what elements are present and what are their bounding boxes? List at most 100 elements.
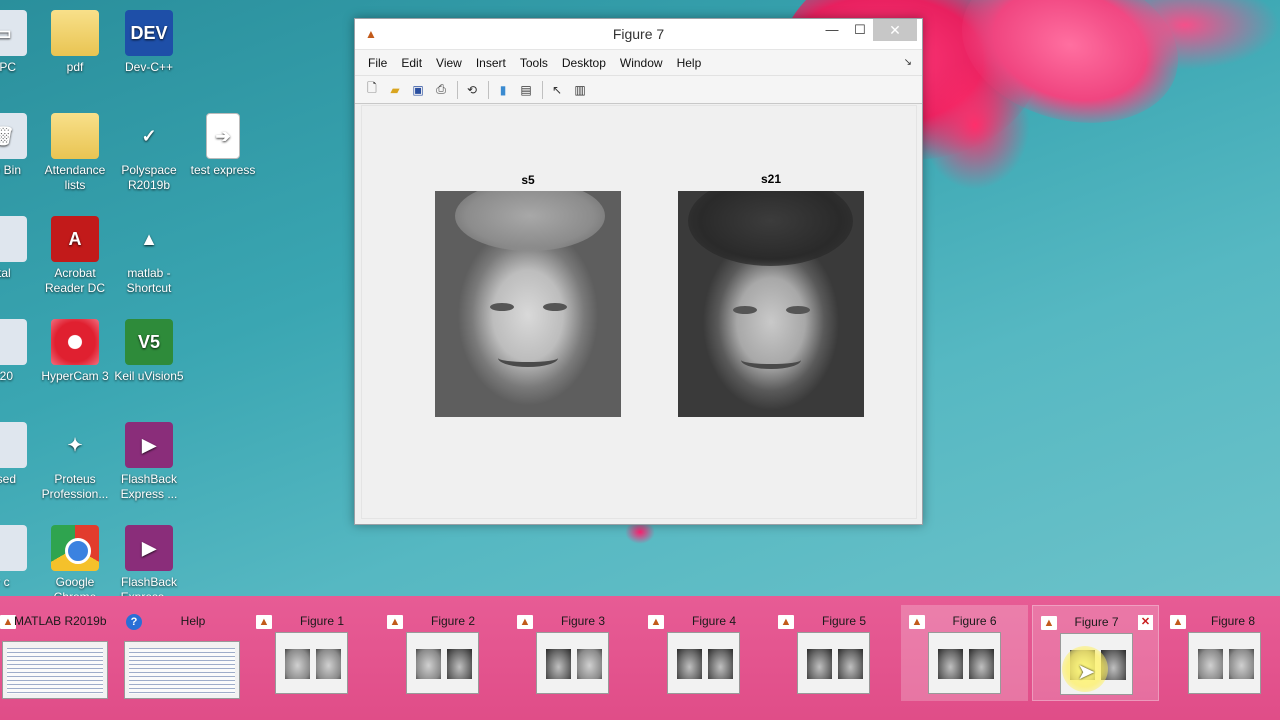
file-icon (0, 422, 27, 468)
desktop-icon-test-express[interactable]: ➔ test express (186, 113, 260, 178)
matlab-icon: ▲ (256, 615, 272, 629)
desktop-icon-attendance-lists[interactable]: Attendance lists (38, 113, 112, 193)
pdf-file-icon (0, 319, 27, 365)
matlab-icon: ▲ (140, 228, 158, 249)
property-inspector-icon[interactable]: ▥ (571, 81, 589, 99)
hair-shape (455, 191, 605, 251)
subplot-title-s5: s5 (521, 173, 535, 187)
task-label: Figure 5 (821, 614, 867, 628)
proteus-icon: ✦ (67, 434, 83, 455)
desktop-icon-rc[interactable]: r c (0, 525, 40, 590)
open-file-icon[interactable]: ▰ (386, 81, 404, 99)
task-thumbnail (536, 632, 609, 694)
close-preview-button[interactable]: ✕ (1138, 615, 1153, 630)
menu-tools[interactable]: Tools (513, 50, 555, 76)
menu-view[interactable]: View (429, 50, 469, 76)
task-figure-4[interactable]: ▲ Figure 4 (644, 605, 764, 701)
desktop-icon-hypercam[interactable]: HyperCam 3 (38, 319, 112, 384)
menu-desktop[interactable]: Desktop (555, 50, 613, 76)
toolbar-separator (542, 80, 543, 99)
desktop-icon-label: ital (0, 266, 11, 280)
print-icon[interactable]: ⎙ (432, 81, 450, 99)
desktop-icon-used[interactable]: used (0, 422, 40, 487)
face-image-s21[interactable] (678, 191, 864, 417)
menu-insert[interactable]: Insert (469, 50, 513, 76)
figure-canvas[interactable]: s5 s21 (361, 105, 917, 519)
desktop-icon-label: matlab - Shortcut (126, 266, 172, 295)
toolbar-separator (488, 80, 489, 99)
desktop-icon-label: Acrobat Reader DC (44, 266, 106, 295)
matlab-icon: ▲ (909, 615, 925, 629)
desktop-icon-label: Polyspace R2019b (121, 163, 177, 192)
desktop-icon-label: Dev-C++ (124, 60, 174, 74)
menu-help[interactable]: Help (670, 50, 709, 76)
desktop-icon-polyspace[interactable]: ✓ Polyspace R2019b (112, 113, 186, 193)
colorbar-icon[interactable]: ▮ (494, 81, 512, 99)
title-bar[interactable]: ▲ Figure 7 — ☐ ✕ (355, 19, 922, 50)
task-matlab[interactable]: ▲ MATLAB R2019b (0, 605, 114, 701)
task-label: Figure 4 (691, 614, 737, 628)
mouse-cursor-icon: ➤ (1077, 659, 1096, 684)
figure-window[interactable]: ▲ Figure 7 — ☐ ✕ File Edit View Insert T… (354, 18, 923, 525)
task-thumbnail (928, 632, 1001, 694)
desktop-icon-label: Attendance lists (44, 163, 106, 192)
folder-icon (51, 10, 99, 56)
desktop-icon-this-pc[interactable]: ▭ s PC (0, 10, 40, 75)
task-label: Figure 1 (299, 614, 345, 628)
desktop-icon-recycle-bin[interactable]: 🗑 cle Bin (0, 113, 40, 178)
save-icon[interactable]: ▣ (409, 81, 427, 99)
menu-edit[interactable]: Edit (394, 50, 429, 76)
minimize-button[interactable]: — (817, 19, 847, 41)
desktop-icon-dev-cpp[interactable]: DEV Dev-C++ (112, 10, 186, 75)
desktop-icon-label: used (0, 472, 17, 486)
task-label: Help (180, 614, 206, 628)
eye-shape (786, 306, 810, 314)
hypercam-icon (51, 319, 99, 365)
desktop-icon-keil[interactable]: V5 Keil uVision5 (112, 319, 186, 384)
new-figure-icon[interactable]: 🗋 (363, 81, 381, 99)
eye-shape (543, 303, 567, 311)
pointer-icon[interactable]: ↖ (548, 81, 566, 99)
desktop-icon-digital[interactable]: ital (0, 216, 40, 281)
task-figure-6[interactable]: ▲ Figure 6 (901, 605, 1028, 701)
menu-file[interactable]: File (361, 50, 394, 76)
desktop-icon-label: s PC (0, 60, 16, 74)
desktop-icon-flashback-2[interactable]: ▶ FlashBack Express ... (112, 525, 186, 605)
task-thumbnail (797, 632, 870, 694)
legend-icon[interactable]: ▤ (517, 81, 535, 99)
task-thumbnail (667, 632, 740, 694)
task-figure-3[interactable]: ▲ Figure 3 (513, 605, 633, 701)
task-label: MATLAB R2019b (14, 614, 107, 628)
task-figure-8[interactable]: ▲ Figure 8 (1166, 605, 1280, 701)
keil-icon: V5 (125, 319, 173, 365)
menu-bar: File Edit View Insert Tools Desktop Wind… (355, 50, 922, 76)
desktop-icon-chrome[interactable]: Google Chrome (38, 525, 112, 605)
desktop-icon-flashback-1[interactable]: ▶ FlashBack Express ... (112, 422, 186, 502)
task-figure-1[interactable]: ▲ Figure 1 (252, 605, 372, 701)
matlab-icon: ▲ (517, 615, 533, 629)
face-image-s5[interactable] (435, 191, 621, 417)
desktop-icon-proteus[interactable]: ✦ Proteus Profession... (38, 422, 112, 502)
task-help[interactable]: ? Help (122, 605, 244, 701)
flashback-icon: ▶ (125, 525, 173, 571)
task-thumbnail (1188, 632, 1261, 694)
close-button[interactable]: ✕ (873, 19, 917, 41)
task-figure-5[interactable]: ▲ Figure 5 (774, 605, 894, 701)
help-icon: ? (126, 614, 142, 630)
desktop-icon-matlab-shortcut[interactable]: ▲ matlab - Shortcut (112, 216, 186, 296)
maximize-button[interactable]: ☐ (845, 19, 875, 41)
eye-shape (490, 303, 514, 311)
desktop-icon-label: cle Bin (0, 163, 22, 177)
link-plot-icon[interactable]: ⟲ (463, 81, 481, 99)
figure-toolbar: 🗋 ▰ ▣ ⎙ ⟲ ▮ ▤ ↖ ▥ (355, 76, 922, 104)
menu-window[interactable]: Window (613, 50, 670, 76)
toolbar-separator (457, 80, 458, 99)
task-figure-2[interactable]: ▲ Figure 2 (383, 605, 503, 701)
desktop-icon-label: 320 (0, 369, 14, 383)
task-label: Figure 8 (1210, 614, 1256, 628)
desktop-icon-pdf[interactable]: pdf (38, 10, 112, 75)
dock-arrow-icon[interactable]: ↘ (904, 57, 912, 68)
task-label: Figure 2 (430, 614, 476, 628)
desktop-icon-acrobat[interactable]: A Acrobat Reader DC (38, 216, 112, 296)
desktop-icon-pdf-320[interactable]: 320 (0, 319, 40, 384)
